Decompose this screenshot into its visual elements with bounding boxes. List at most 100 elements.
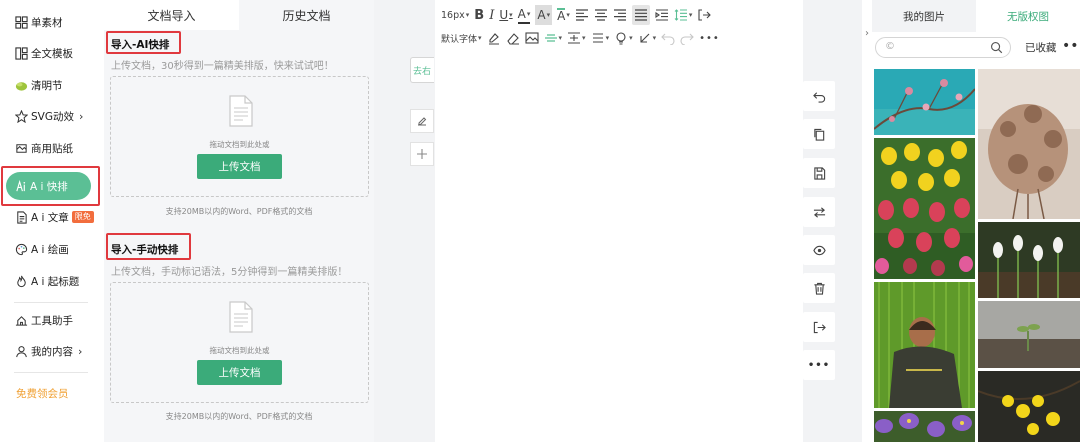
indent-icon[interactable] <box>655 5 669 25</box>
import-panel: 文档导入 历史文档 导入-AI快排 上传文档，30秒得到一篇精美排版，快来试试吧… <box>104 0 374 442</box>
upload-document-button[interactable]: 上传文档 <box>197 360 282 385</box>
nav-item-my-content[interactable]: 我的内容 › <box>14 341 82 361</box>
nav-item-ai-painting[interactable]: A i 绘画 <box>14 239 69 259</box>
photo-purple-flowers[interactable] <box>874 411 975 442</box>
nav-item-full-template[interactable]: 全文模板 <box>14 43 73 63</box>
nav-item-ai-layout[interactable]: A i 快排 <box>6 172 91 200</box>
nav-label: 我的内容 <box>31 345 73 358</box>
more-button[interactable]: ••• <box>803 350 835 380</box>
tab-history-documents[interactable]: 历史文档 <box>239 0 374 30</box>
lightbulb-icon[interactable]: ▾ <box>614 28 633 48</box>
italic-icon[interactable]: I <box>489 5 494 25</box>
go-right-tag[interactable]: 去右 <box>410 57 434 83</box>
nav-label: A i 起标题 <box>31 275 80 288</box>
nav-item-commercial-sticker[interactable]: 商用贴纸 <box>14 138 73 158</box>
nav-label: 全文模板 <box>31 47 73 60</box>
chevron-down-icon: ▾ <box>465 11 470 19</box>
save-icon <box>813 166 825 180</box>
line-height-icon[interactable]: ▾ <box>674 5 692 25</box>
preview-button[interactable] <box>803 235 835 265</box>
ai-import-desc: 上传文档，30秒得到一篇精美排版，快来试试吧！ <box>111 61 334 72</box>
more-options-icon[interactable]: ••• <box>699 28 720 48</box>
tab-document-import[interactable]: 文档导入 <box>104 0 239 30</box>
divider-line-icon[interactable]: ▾ <box>544 28 562 48</box>
favorites-link[interactable]: 已收藏 <box>1025 40 1057 55</box>
nav-item-ai-title[interactable]: A i 起标题 <box>14 271 79 291</box>
copy-button[interactable] <box>803 119 835 149</box>
image-search-input[interactable]: © <box>875 37 1011 58</box>
nav-label: 工具助手 <box>31 314 73 327</box>
ai-drop-zone[interactable]: 拖动文档到此处或 上传文档 <box>110 76 369 197</box>
free-vip-link[interactable]: 免费领会员 <box>16 386 69 401</box>
format-painter-icon[interactable] <box>487 28 501 48</box>
eraser-icon[interactable] <box>506 28 520 48</box>
search-icon[interactable] <box>990 41 1003 54</box>
save-button[interactable] <box>803 158 835 188</box>
document-icon <box>229 301 253 333</box>
right-tool-column: ••• <box>803 0 862 442</box>
sticker-icon <box>14 141 28 155</box>
exit-icon[interactable] <box>697 5 712 25</box>
upload-document-button[interactable]: 上传文档 <box>197 154 282 179</box>
photo-snowdrops[interactable] <box>978 222 1080 298</box>
bold-icon[interactable]: B <box>474 5 484 25</box>
nav-label: 清明节 <box>31 79 63 92</box>
paragraph-spacing-icon[interactable]: ▾ <box>567 28 586 48</box>
align-left-icon[interactable] <box>575 5 589 25</box>
manual-drop-zone[interactable]: 拖动文档到此处或 上传文档 <box>110 282 369 403</box>
nav-item-ai-article[interactable]: A i 文章 限免 <box>14 207 94 227</box>
text-effect-icon[interactable]: A ▾ <box>557 5 570 25</box>
collapse-arrow-icon[interactable]: › <box>862 26 872 40</box>
arrow-icon[interactable]: ▾ <box>638 28 656 48</box>
font-family-select[interactable]: 默认字体 ▾ <box>441 28 482 48</box>
plus-icon <box>417 149 427 159</box>
more-options-icon[interactable]: ••• <box>1062 38 1080 54</box>
nav-item-tools[interactable]: 工具助手 <box>14 310 73 330</box>
images-panel: › 我的图片 无版权图 © 已收藏 ••• <box>862 0 1080 442</box>
tab-copyright-free-images[interactable]: 无版权图 <box>976 0 1080 32</box>
editor: 16px ▾ B I U ▾ A ▾ A ▾ A ▾ ▾ 默认字体 ▾ ▾ ▾ ▾ ▾ ▾ … <box>435 0 803 442</box>
align-right-icon[interactable] <box>613 5 627 25</box>
photo-yellow-blossom[interactable] <box>978 371 1080 442</box>
ai-upload-note: 支持20MB以内的Word、PDF格式的文档 <box>165 207 313 216</box>
highlight-color-icon[interactable]: A ▾ <box>535 5 553 25</box>
font-color-icon[interactable]: A ▾ <box>517 7 531 24</box>
star-icon <box>14 109 28 123</box>
import-tabs: 文档导入 历史文档 <box>104 0 374 30</box>
align-center-icon[interactable] <box>594 5 608 25</box>
add-button[interactable] <box>410 142 434 166</box>
underline-icon[interactable]: U ▾ <box>499 5 512 25</box>
edit-button[interactable] <box>410 109 434 133</box>
align-justify-icon[interactable] <box>631 5 650 25</box>
delete-button[interactable] <box>803 273 835 303</box>
nav-label: A i 绘画 <box>31 243 69 256</box>
grid-icon <box>14 15 28 29</box>
drop-hint: 拖动文档到此处或 <box>209 346 270 355</box>
undo-button[interactable] <box>803 81 835 111</box>
redo-icon[interactable] <box>680 28 694 48</box>
import-button[interactable] <box>803 312 835 342</box>
letter-spacing-icon[interactable]: ▾ <box>591 28 609 48</box>
swap-button[interactable] <box>803 197 835 227</box>
photo-tulips[interactable] <box>874 138 975 279</box>
chevron-down-icon: ▾ <box>478 34 482 42</box>
manual-import-desc: 上传文档，手动标记语法，5分钟得到一篇精美排版！ <box>111 267 348 278</box>
image-icon[interactable] <box>524 28 539 48</box>
nav-label: A i 文章 <box>31 211 69 224</box>
font-size-select[interactable]: 16px ▾ <box>441 5 469 25</box>
search-placeholder: © <box>885 41 895 52</box>
nav-item-qingming[interactable]: 清明节 <box>14 75 63 95</box>
undo-icon[interactable] <box>661 28 675 48</box>
manual-import-title: 导入-手动快排 <box>111 244 179 256</box>
photo-dry-flowers[interactable] <box>978 69 1080 219</box>
photo-man-in-grass[interactable] <box>874 282 975 408</box>
photo-sprout[interactable] <box>978 301 1080 368</box>
image-tabs: 我的图片 无版权图 <box>872 0 1080 32</box>
nav-item-single-material[interactable]: 单素材 <box>14 12 63 32</box>
import-icon <box>813 321 826 333</box>
photo-blossom-sky[interactable] <box>874 69 975 135</box>
nav-item-svg-animation[interactable]: SVG动效 › <box>14 106 83 126</box>
eye-icon <box>812 245 826 255</box>
tab-my-images[interactable]: 我的图片 <box>872 0 976 32</box>
ai-article-icon <box>14 210 28 224</box>
